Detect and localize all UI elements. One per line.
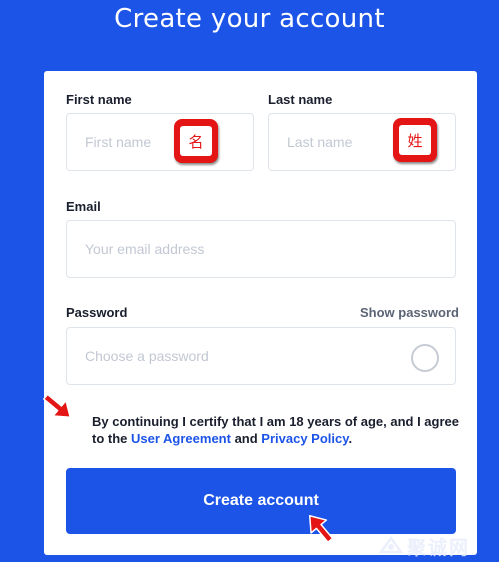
watermark-logo-icon xyxy=(378,535,404,554)
password-visibility-circle-icon[interactable] xyxy=(411,344,439,372)
password-placeholder: Choose a password xyxy=(85,348,209,364)
privacy-policy-link[interactable]: Privacy Policy xyxy=(261,431,348,446)
create-account-button[interactable]: Create account xyxy=(66,468,456,534)
user-agreement-link[interactable]: User Agreement xyxy=(131,431,231,446)
password-input[interactable]: Choose a password xyxy=(66,327,456,385)
first-name-annotation-text: 名 xyxy=(180,126,212,156)
password-label: Password xyxy=(66,305,128,320)
submit-pointer-arrow-icon xyxy=(308,514,334,543)
page-title: Create your account xyxy=(114,4,385,34)
terms-suffix: . xyxy=(348,431,353,446)
last-name-annotation-badge: 姓 xyxy=(393,118,437,162)
first-name-label: First name xyxy=(66,92,132,107)
last-name-annotation-text: 姓 xyxy=(399,125,431,155)
terms-pointer-arrow-icon xyxy=(43,393,72,419)
last-name-placeholder: Last name xyxy=(287,134,353,150)
show-password-toggle[interactable]: Show password xyxy=(360,305,459,320)
email-input[interactable]: Your email address xyxy=(66,220,456,278)
email-placeholder: Your email address xyxy=(85,241,205,257)
last-name-label: Last name xyxy=(268,92,333,107)
watermark-text: 聚诚网 xyxy=(407,536,471,559)
email-label: Email xyxy=(66,199,101,214)
first-name-annotation-badge: 名 xyxy=(174,119,218,163)
terms-text: By continuing I certify that I am 18 yea… xyxy=(92,413,462,447)
signup-form-card: First name First name 名 Last name Last n… xyxy=(44,71,477,555)
watermark: 聚诚网 xyxy=(378,532,496,560)
first-name-input[interactable]: First name xyxy=(66,113,254,171)
first-name-placeholder: First name xyxy=(85,134,152,150)
terms-joiner: and xyxy=(230,431,262,446)
